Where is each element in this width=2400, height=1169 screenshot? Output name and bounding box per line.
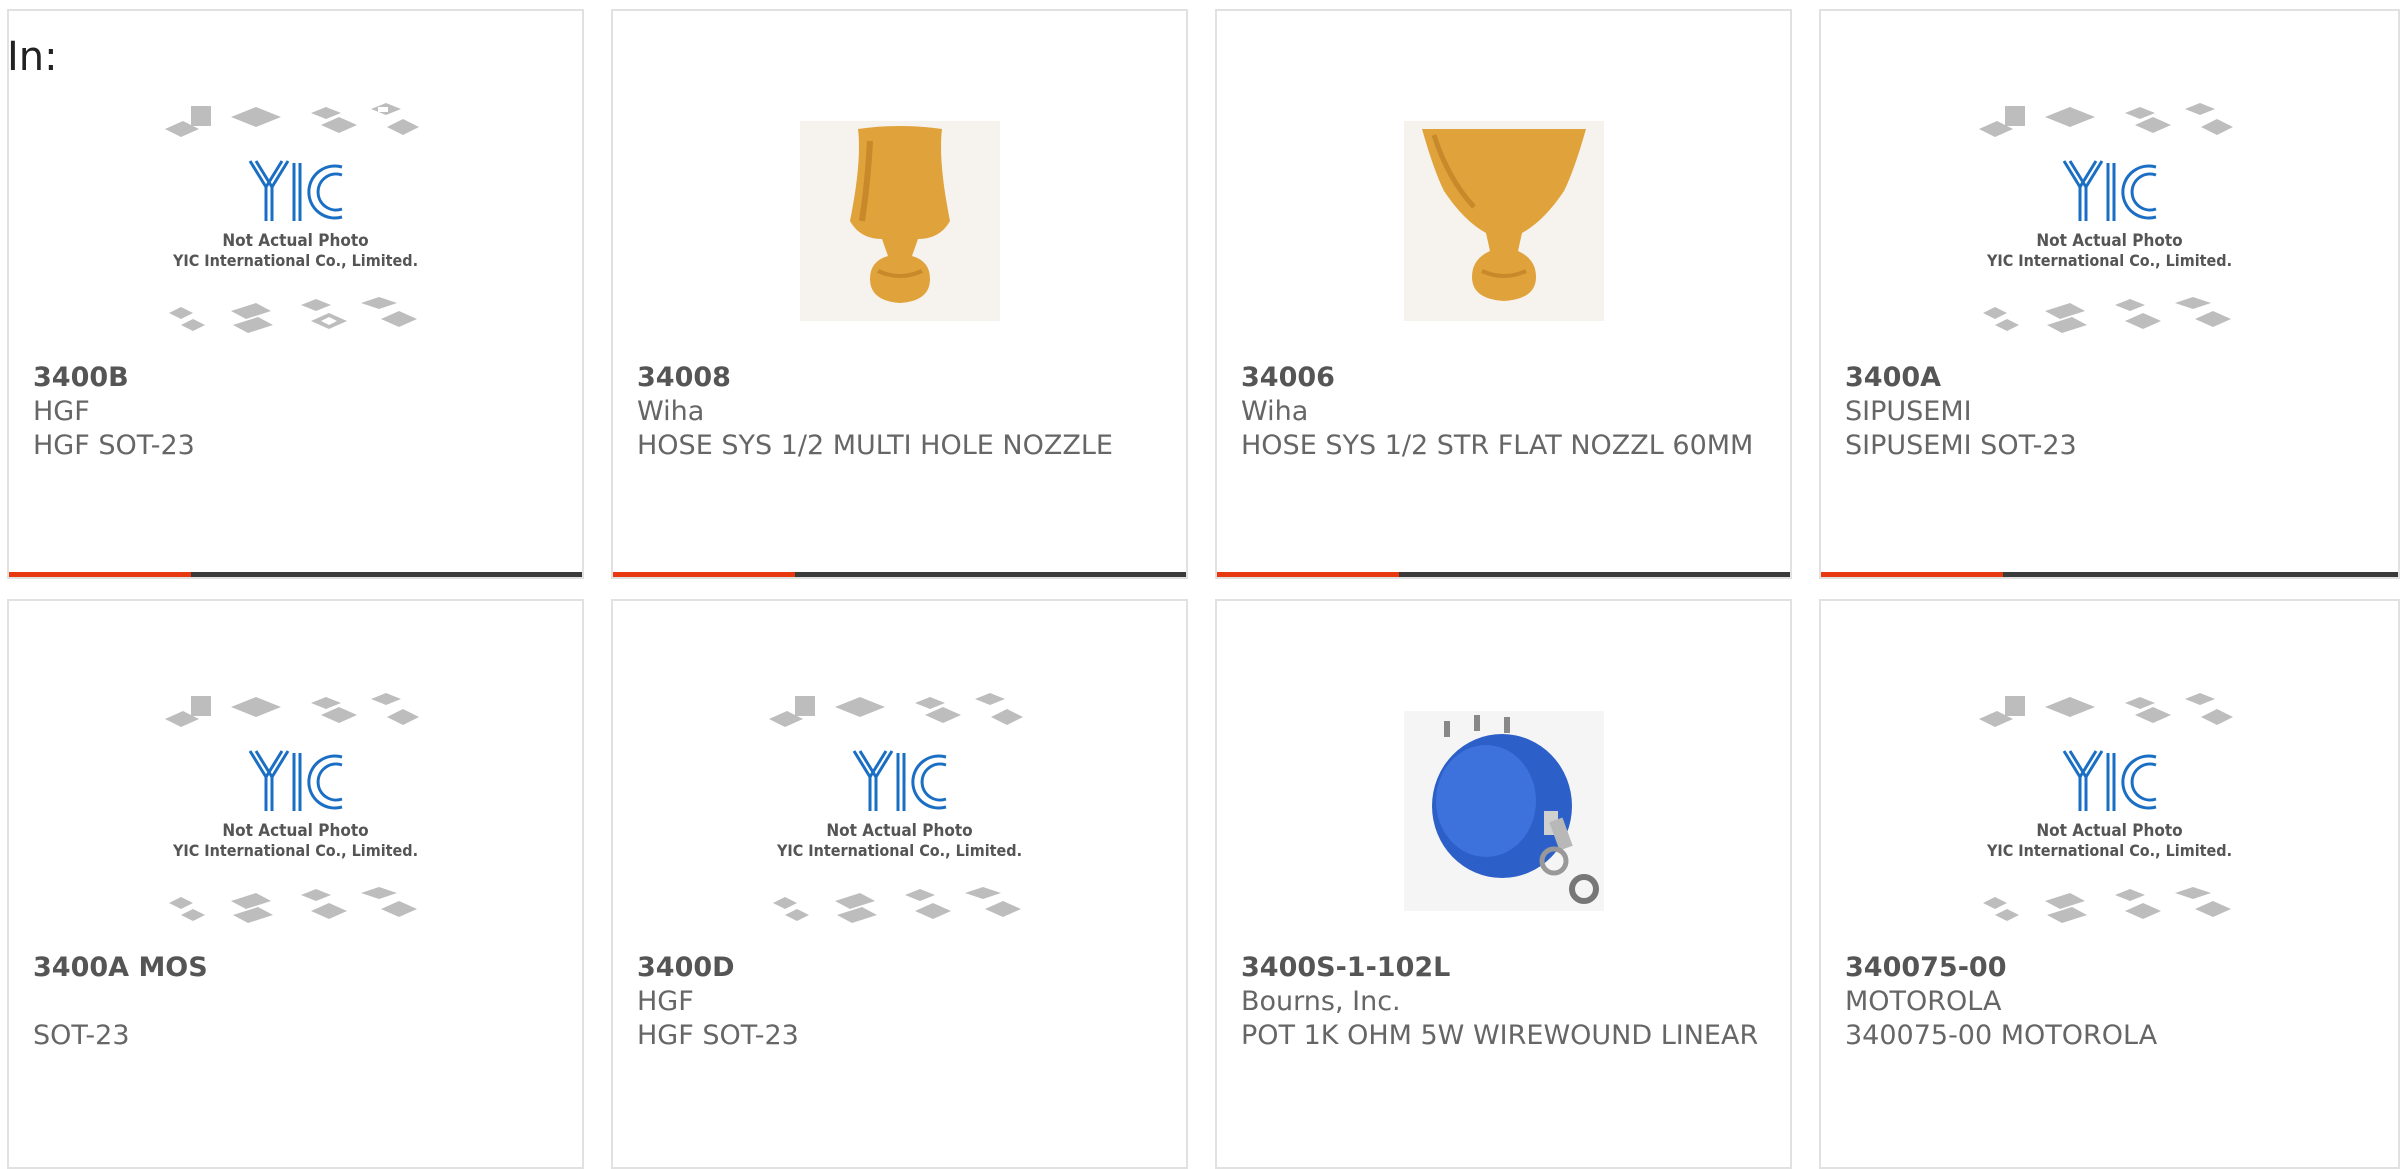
manufacturer: Bourns, Inc. — [1241, 986, 1401, 1017]
card-bar-accent — [613, 572, 795, 577]
chips-icon — [1982, 887, 2231, 923]
placeholder-line2: YIC International Co., Limited. — [1986, 251, 2233, 270]
manufacturer: Wiha — [1241, 396, 1309, 427]
part-number[interactable]: 34006 — [1241, 361, 1766, 395]
yic-logo-icon — [2062, 750, 2156, 811]
description: SOT-23 — [33, 1020, 130, 1051]
part-number[interactable]: 3400S-1-102L — [1241, 951, 1766, 985]
placeholder-image: Not Actual Photo YIC International Co., … — [161, 101, 431, 341]
potentiometer-icon — [1431, 715, 1599, 904]
card-bar-accent — [9, 572, 191, 577]
potentiometer-image — [1403, 711, 1604, 911]
card-bar — [1217, 572, 1790, 577]
yic-logo-icon — [852, 750, 946, 811]
product-image[interactable]: Not Actual Photo YIC International Co., … — [9, 676, 582, 946]
placeholder-line1: Not Actual Photo — [826, 821, 973, 841]
description: POT 1K OHM 5W WIREWOUND LINEAR — [1241, 1020, 1759, 1051]
placeholder-line2: YIC International Co., Limited. — [1986, 841, 2233, 860]
manufacturer: HGF — [33, 396, 90, 427]
placeholder-line2: YIC International Co., Limited. — [776, 841, 1023, 860]
placeholder-line1: Not Actual Photo — [2036, 821, 2183, 841]
product-card[interactable]: Not Actual Photo YIC International Co., … — [7, 9, 584, 579]
placeholder-image: Not Actual Photo YIC International Co., … — [765, 691, 1035, 931]
card-bar — [9, 572, 582, 577]
yic-logo-icon — [248, 750, 342, 811]
product-card[interactable]: Not Actual Photo YIC International Co., … — [1819, 599, 2400, 1169]
product-image[interactable] — [1217, 676, 1790, 946]
placeholder-image: Not Actual Photo YIC International Co., … — [161, 691, 431, 931]
part-number[interactable]: 340075-00 — [1845, 951, 2374, 985]
product-card[interactable]: Not Actual Photo YIC International Co., … — [611, 599, 1188, 1169]
product-image[interactable] — [613, 86, 1186, 356]
chips-icon — [164, 103, 419, 137]
description: 340075-00 MOTOROLA — [1845, 1020, 2158, 1051]
placeholder-line1: Not Actual Photo — [222, 231, 369, 251]
nozzle-flat-image — [1403, 121, 1604, 321]
chips-icon — [1978, 693, 2233, 727]
part-number[interactable]: 34008 — [637, 361, 1162, 395]
card-bar-accent — [1217, 572, 1399, 577]
product-image[interactable]: Not Actual Photo YIC International Co., … — [9, 86, 582, 356]
product-image[interactable]: Not Actual Photo YIC International Co., … — [1821, 676, 2398, 946]
nozzle-icon — [1421, 129, 1586, 301]
placeholder-line2: YIC International Co., Limited. — [172, 251, 419, 270]
description: HGF SOT-23 — [33, 430, 195, 461]
part-number[interactable]: 3400D — [637, 951, 1162, 985]
in-label: In: — [7, 34, 58, 80]
placeholder-line1: Not Actual Photo — [2036, 231, 2183, 251]
nozzle-round-image — [799, 121, 1000, 321]
placeholder-image: Not Actual Photo YIC International Co., … — [1975, 691, 2245, 931]
product-card[interactable]: 34006 Wiha HOSE SYS 1/2 STR FLAT NOZZL 6… — [1215, 9, 1792, 579]
chips-icon — [168, 297, 417, 333]
manufacturer: SIPUSEMI — [1845, 396, 1972, 427]
card-bar — [613, 572, 1186, 577]
manufacturer — [33, 985, 558, 1019]
product-card[interactable]: Not Actual Photo YIC International Co., … — [1819, 9, 2400, 579]
part-number[interactable]: 3400A — [1845, 361, 2374, 395]
part-number[interactable]: 3400A MOS — [33, 951, 558, 985]
description: HOSE SYS 1/2 STR FLAT NOZZL 60MM — [1241, 430, 1754, 461]
product-card[interactable]: 3400S-1-102L Bourns, Inc. POT 1K OHM 5W … — [1215, 599, 1792, 1169]
nozzle-icon — [849, 126, 950, 303]
chips-icon — [164, 693, 419, 727]
product-card[interactable]: 34008 Wiha HOSE SYS 1/2 MULTI HOLE NOZZL… — [611, 9, 1188, 579]
manufacturer: Wiha — [637, 396, 705, 427]
manufacturer: HGF — [637, 986, 694, 1017]
yic-logo-icon — [2062, 160, 2156, 221]
placeholder-line1: Not Actual Photo — [222, 821, 369, 841]
card-bar — [1821, 572, 2398, 577]
product-image[interactable]: Not Actual Photo YIC International Co., … — [613, 676, 1186, 946]
product-image[interactable]: Not Actual Photo YIC International Co., … — [1821, 86, 2398, 356]
chips-icon — [1982, 297, 2231, 333]
description: HGF SOT-23 — [637, 1020, 799, 1051]
description: HOSE SYS 1/2 MULTI HOLE NOZZLE — [637, 430, 1113, 461]
placeholder-image: Not Actual Photo YIC International Co., … — [1975, 101, 2245, 341]
chips-icon — [1978, 103, 2233, 137]
placeholder-line2: YIC International Co., Limited. — [172, 841, 419, 860]
card-bar-accent — [1821, 572, 2003, 577]
part-number[interactable]: 3400B — [33, 361, 558, 395]
chips-icon — [168, 887, 417, 923]
chips-icon — [772, 887, 1021, 923]
yic-logo-icon — [248, 160, 342, 221]
product-image[interactable] — [1217, 86, 1790, 356]
chips-icon — [768, 693, 1023, 727]
manufacturer: MOTOROLA — [1845, 986, 2002, 1017]
product-card[interactable]: Not Actual Photo YIC International Co., … — [7, 599, 584, 1169]
description: SIPUSEMI SOT-23 — [1845, 430, 2077, 461]
